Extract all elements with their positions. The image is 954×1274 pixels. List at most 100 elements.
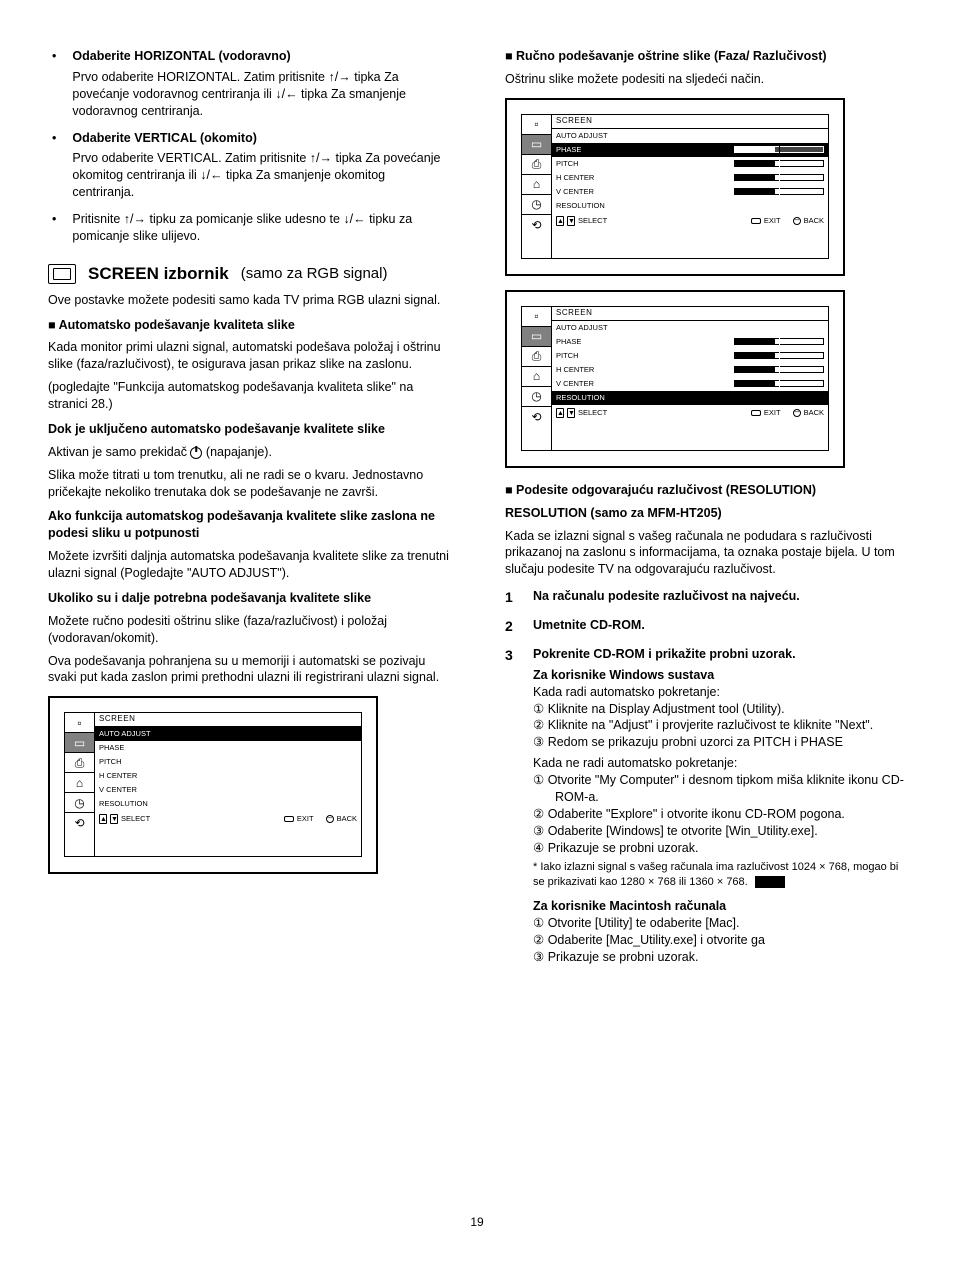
- osd-title: SCREEN: [95, 713, 361, 727]
- osd-tab-screen-icon: ▭: [522, 135, 551, 155]
- auto-adjust-body: Kada monitor primi ulazni signal, automa…: [48, 339, 449, 373]
- osd-tab-print-icon: ⎙: [522, 347, 551, 367]
- win-step: ② Kliknite na "Adjust" i provjerite razl…: [533, 717, 906, 734]
- osd-tab-reset-icon: ⟲: [65, 813, 94, 856]
- menu-button-icon: [751, 410, 761, 416]
- osd-row-label: AUTO ADJUST: [99, 729, 151, 739]
- osd-slider: [734, 366, 824, 373]
- osd-footer: ▲▼ SELECT EXIT BACK: [95, 811, 361, 827]
- osd-tab-print-icon: ⎙: [65, 753, 94, 773]
- osd-footer: ▲▼ SELECT EXIT BACK: [552, 405, 828, 421]
- osd-slider: [734, 160, 824, 167]
- arrow-down-icon: [200, 168, 206, 182]
- osd-row: V CENTER: [552, 185, 828, 199]
- osd-slider: [734, 338, 824, 345]
- arrow-up-icon: [329, 70, 335, 84]
- osd-row-label: H CENTER: [99, 771, 137, 781]
- osd-row-label: PHASE: [556, 145, 581, 155]
- win-users-head: Za korisnike Windows sustava: [533, 667, 906, 684]
- arrow-up-icon: [310, 151, 316, 165]
- win-step: ② Odaberite "Explore" i otvorite ikonu C…: [533, 806, 906, 823]
- down-button-icon: ▼: [567, 216, 575, 226]
- osd-row-label: V CENTER: [99, 785, 137, 795]
- bullet: [52, 48, 62, 120]
- resolution-body: Kada se izlazni signal s vašeg računala …: [505, 528, 906, 579]
- arrow-right-icon: [320, 151, 333, 165]
- osd-row: RESOLUTION: [95, 797, 361, 811]
- times-icon: [648, 876, 654, 888]
- or-label: ili: [264, 87, 272, 101]
- tipka-label: tipka: [354, 70, 380, 84]
- osd-row: PHASE: [552, 335, 828, 349]
- osd-title: SCREEN: [552, 307, 828, 321]
- osd-row: PHASE: [95, 741, 361, 755]
- osd-tab-picture-icon: ▫: [65, 713, 94, 733]
- down-button-icon: ▼: [110, 814, 118, 824]
- osd-slider: [734, 352, 824, 359]
- manual-sharp-intro: Oštrinu slike možete podesiti na sljedeć…: [505, 71, 906, 88]
- osd-tab-tool-icon: ⌂: [65, 773, 94, 793]
- tipka-label: tipka: [226, 168, 252, 182]
- arrow-down-icon: [343, 212, 349, 226]
- osd-screenshot-phase: ▫ ▭ ⎙ ⌂ ◷ ⟲ SCREEN AUTO ADJUST PHASE PIT…: [505, 98, 845, 276]
- screen-icon: [48, 264, 76, 284]
- osd-row: V CENTER: [552, 377, 828, 391]
- osd-row: H CENTER: [95, 769, 361, 783]
- step-1-text: Na računalu podesite razlučivost na najv…: [533, 588, 906, 605]
- arrow-left-icon: [210, 168, 223, 182]
- power-icon: [190, 447, 202, 459]
- arrow-down-icon: [275, 87, 281, 101]
- step-2-text: Umetnite CD-ROM.: [533, 617, 906, 634]
- osd-tab-tool-icon: ⌂: [522, 367, 551, 387]
- osd-tab-reset-icon: ⟲: [522, 215, 551, 258]
- horiz-heading: Odaberite HORIZONTAL (vodoravno): [72, 49, 290, 63]
- osd-row: PHASE: [552, 143, 828, 157]
- win-step: ④ Prikazuje se probni uzorak.: [533, 840, 906, 857]
- win-no-auto-run: Kada ne radi automatsko pokretanje:: [533, 755, 906, 772]
- arrow-left-icon: [353, 212, 366, 226]
- osd-row: PITCH: [552, 157, 828, 171]
- resolution-footnote: * Iako izlazni signal s vašeg računala i…: [533, 860, 906, 890]
- auto-adjust-heading: ■ Automatsko podešavanje kvaliteta slike: [48, 317, 449, 334]
- up-button-icon: ▲: [556, 216, 564, 226]
- osd-tab-screen-icon: ▭: [65, 733, 94, 753]
- osd-row-label: RESOLUTION: [99, 799, 148, 809]
- osd-footer: ▲▼ SELECT EXIT BACK: [552, 213, 828, 229]
- menu-button-icon: [284, 816, 294, 822]
- mac-step: ② Odaberite [Mac_Utility.exe] i otvorite…: [533, 932, 906, 949]
- osd-slider: [734, 380, 824, 387]
- mac-step: ① Otvorite [Utility] te odaberite [Mac].: [533, 915, 906, 932]
- back-button-icon: [793, 217, 801, 225]
- arrow-right-icon: [338, 70, 351, 84]
- win-step: ③ Redom se prikazuju probni uzorci za PI…: [533, 734, 906, 751]
- aa-inputbad-head: Ako funkcija automatskog podešavanja kva…: [48, 508, 449, 542]
- manual-sharp-head: ■ Ručno podešavanje oštrine slike (Faza/…: [505, 48, 906, 65]
- osd-row: H CENTER: [552, 171, 828, 185]
- aa-while-on-body: Aktivan je samo prekidač (napajanje).: [48, 444, 449, 461]
- osd-tab-picture-icon: ▫: [522, 115, 551, 135]
- osd-tab-screen-icon: ▭: [522, 327, 551, 347]
- desc-text: Pritisnite / tipku za pomicanje slike ud…: [72, 212, 412, 243]
- mac-step: ③ Prikazuje se probni uzorak.: [533, 949, 906, 966]
- page-number: 19: [0, 1214, 954, 1230]
- osd-tab-clock-icon: ◷: [522, 387, 551, 407]
- back-button-icon: [326, 815, 334, 823]
- black-bar-icon: [755, 876, 785, 888]
- osd-tab-print-icon: ⎙: [522, 155, 551, 175]
- win-step: ③ Odaberite [Windows] te otvorite [Win_U…: [533, 823, 906, 840]
- times-icon: [819, 861, 825, 873]
- screen-menu-title: SCREEN izbornik: [88, 263, 229, 286]
- step-3-text: Pokrenite CD-ROM i prikažite probni uzor…: [533, 646, 906, 663]
- osd-row: PITCH: [552, 349, 828, 363]
- bullet: [52, 130, 62, 202]
- osd-tab-clock-icon: ◷: [522, 195, 551, 215]
- osd-tab-reset-icon: ⟲: [522, 407, 551, 450]
- center-adjust-list: Odaberite HORIZONTAL (vodoravno) Prvo od…: [48, 48, 449, 245]
- osd-title: SCREEN: [552, 115, 828, 129]
- resolution-heading: ■ Podesite odgovarajuću razlučivost (RES…: [505, 482, 906, 499]
- osd-row: AUTO ADJUST: [95, 727, 361, 741]
- tipka-label: tipka: [301, 87, 327, 101]
- screen-menu-heading: SCREEN izbornik (samo za RGB signal): [48, 263, 449, 286]
- osd-tab-picture-icon: ▫: [522, 307, 551, 327]
- osd-row: RESOLUTION: [552, 199, 828, 213]
